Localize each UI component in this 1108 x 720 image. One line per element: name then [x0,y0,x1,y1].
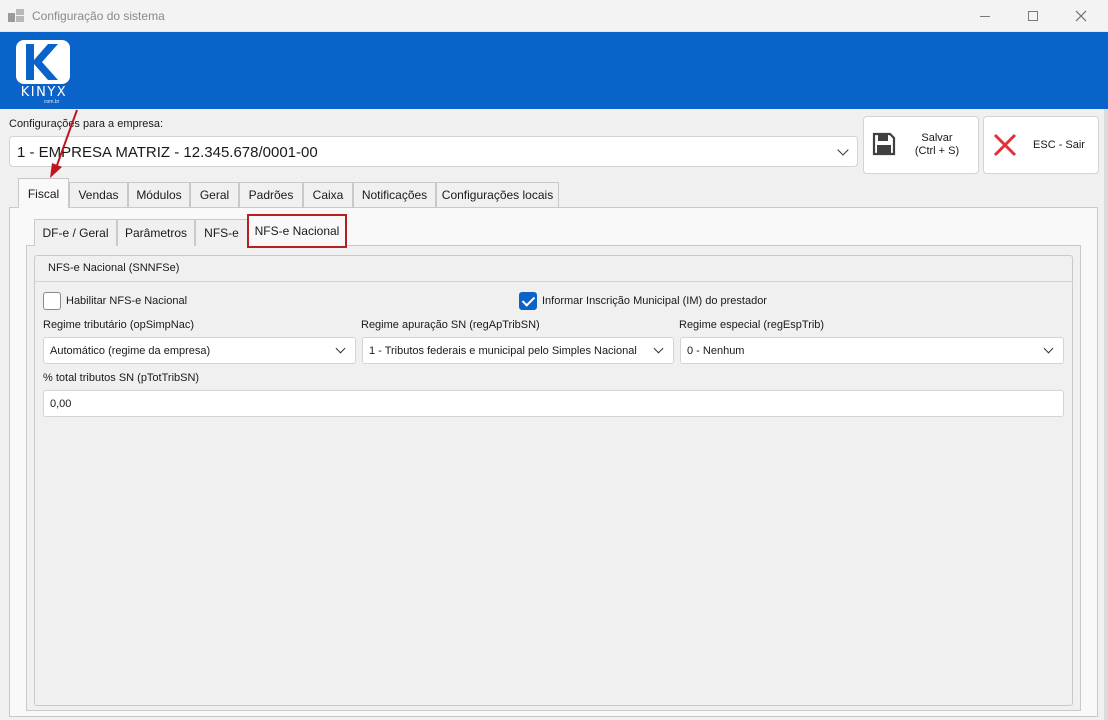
regime-apuracao-select[interactable]: 1 - Tributos federais e municipal pelo S… [362,337,674,364]
chevron-down-icon [837,144,849,156]
logo-brand-text: KINYX [20,85,68,100]
floppy-disk-icon [872,132,896,156]
group-header: NFS-e Nacional (SNNFSe) [34,255,1073,282]
habilitar-nfse-label: Habilitar NFS-e Nacional [66,295,188,307]
chevron-down-icon [1043,343,1054,354]
save-button[interactable]: Salvar (Ctrl + S) [863,116,979,174]
company-label: Configurações para a empresa: [9,118,164,130]
informar-im-checkbox[interactable] [519,292,537,310]
regime-especial-value: 0 - Nenhum [687,345,745,357]
chevron-down-icon [653,343,664,354]
exit-button[interactable]: ESC - Sair [983,116,1099,174]
group-title: NFS-e Nacional (SNNFSe) [48,262,180,274]
company-select[interactable]: 1 - EMPRESA MATRIZ - 12.345.678/0001-00 [9,136,858,167]
total-tributos-value: 0,00 [50,398,72,410]
subtab-nfse[interactable]: NFS-e [195,219,248,246]
window-title: Configuração do sistema [32,9,165,23]
regime-especial-select[interactable]: 0 - Nenhum [680,337,1064,364]
tab-fiscal[interactable]: Fiscal [18,178,69,208]
company-select-value: 1 - EMPRESA MATRIZ - 12.345.678/0001-00 [17,144,318,161]
title-bar: Configuração do sistema [0,0,1108,32]
close-x-icon [993,133,1017,157]
tab-modulos[interactable]: Módulos [128,182,190,207]
app-icon [8,9,24,23]
regime-apuracao-value: 1 - Tributos federais e municipal pelo S… [369,345,637,357]
regime-apuracao-label: Regime apuração SN (regApTribSN) [361,319,540,331]
maximize-icon [1028,11,1038,21]
regime-tributario-label: Regime tributário (opSimpNac) [43,319,194,331]
minimize-button[interactable] [962,0,1008,32]
tab-geral[interactable]: Geral [190,182,239,207]
regime-tributario-value: Automático (regime da empresa) [50,345,211,357]
tab-vendas[interactable]: Vendas [69,182,128,207]
subtab-nfse-nacional[interactable]: NFS-e Nacional [247,214,347,248]
maximize-button[interactable] [1010,0,1056,32]
subtab-parametros[interactable]: Parâmetros [117,219,195,246]
window-edge [1104,109,1108,720]
tab-caixa[interactable]: Caixa [303,182,353,207]
total-tributos-label: % total tributos SN (pTotTribSN) [43,372,200,384]
informar-im-label: Informar Inscrição Municipal (IM) do pre… [542,295,767,307]
total-tributos-input[interactable]: 0,00 [43,390,1064,417]
regime-tributario-select[interactable]: Automático (regime da empresa) [43,337,356,364]
close-icon [1075,10,1087,22]
window-close-button[interactable] [1058,0,1104,32]
kinyx-logo: KINYX com.br [16,40,72,105]
subtab-dfe-geral[interactable]: DF-e / Geral [34,219,117,246]
tab-notificacoes[interactable]: Notificações [353,182,436,207]
exit-button-label: ESC - Sair [1033,139,1085,151]
regime-especial-label: Regime especial (regEspTrib) [679,319,825,331]
tab-configuracoes-locais[interactable]: Configurações locais [436,182,559,207]
habilitar-nfse-checkbox[interactable] [43,292,61,310]
minimize-icon [980,15,990,17]
tab-padroes[interactable]: Padrões [239,182,303,207]
k-logo-icon [26,44,58,80]
logo-domain-text: com.br [44,99,60,105]
header-banner: KINYX com.br [0,32,1108,109]
chevron-down-icon [335,343,346,354]
save-button-label: Salvar (Ctrl + S) [914,132,960,157]
